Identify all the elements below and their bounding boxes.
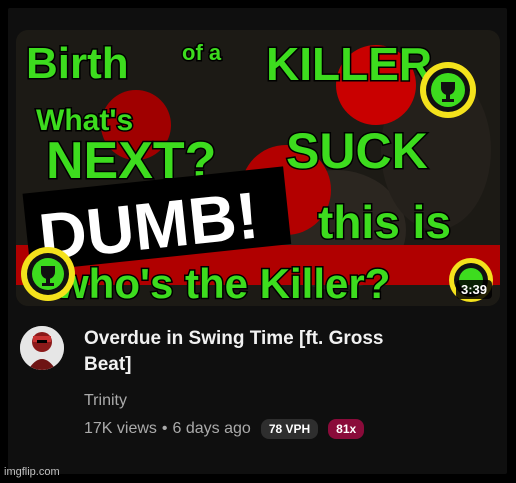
- multiplier-badge: 81x: [328, 419, 365, 439]
- thumb-text-killer: KILLER: [266, 38, 432, 90]
- logo-top-right: [420, 62, 476, 118]
- duration-badge: 3:39: [455, 280, 492, 299]
- channel-name[interactable]: Trinity: [84, 392, 127, 410]
- video-metadata: 17K views • 6 days ago 78 VPH 81x: [84, 418, 365, 440]
- video-thumbnail[interactable]: Birth of a KILLER What's NEXT? SUCK this…: [16, 30, 500, 306]
- view-count: 17K views: [84, 420, 157, 437]
- video-title-line-1: Overdue in Swing Time [ft. Gross: [84, 328, 384, 349]
- watermark: imgflip.com: [4, 466, 60, 478]
- thumb-text-suck: SUCK: [286, 123, 428, 179]
- video-title-line-2: Beat]: [84, 354, 132, 375]
- thumb-text-of-a: of a: [182, 40, 222, 65]
- logo-bottom-left: [21, 247, 75, 301]
- meta-separator: •: [161, 420, 168, 437]
- video-title[interactable]: Overdue in Swing Time [ft. Gross Beat]: [84, 326, 424, 378]
- video-card[interactable]: Birth of a KILLER What's NEXT? SUCK this…: [8, 8, 507, 474]
- thumb-text-this-is: this is: [318, 196, 451, 248]
- upload-age: 6 days ago: [172, 420, 251, 437]
- thumb-text-birth: Birth: [26, 39, 129, 88]
- avatar-image: [20, 326, 64, 370]
- vph-badge: 78 VPH: [260, 419, 319, 439]
- channel-avatar[interactable]: [20, 326, 64, 370]
- thumbnail-graphic: Birth of a KILLER What's NEXT? SUCK this…: [16, 30, 500, 306]
